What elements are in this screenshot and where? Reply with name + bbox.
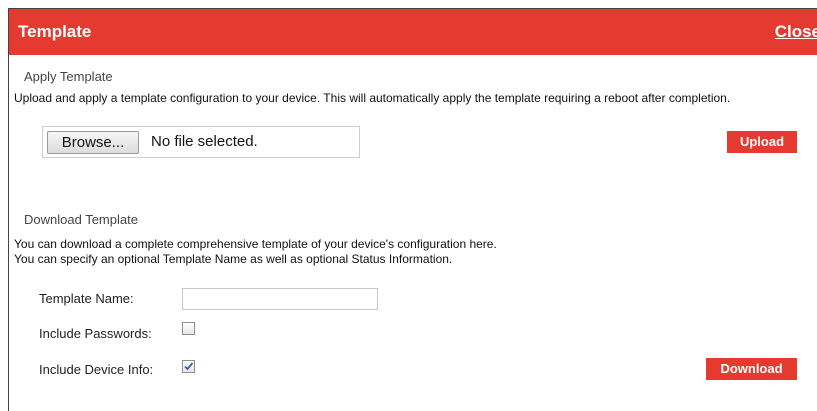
download-template-heading: Download Template xyxy=(24,212,138,227)
include-device-info-label: Include Device Info: xyxy=(39,362,154,377)
include-passwords-checkbox[interactable] xyxy=(182,322,195,335)
upload-button[interactable]: Upload xyxy=(727,131,797,153)
apply-template-description: Upload and apply a template configuratio… xyxy=(14,91,731,105)
dialog-titlebar: Template Close xyxy=(9,9,817,55)
include-passwords-label: Include Passwords: xyxy=(39,326,152,341)
template-dialog: Template Close Apply Template Upload and… xyxy=(8,8,817,411)
download-button[interactable]: Download xyxy=(706,358,797,380)
dialog-title: Template xyxy=(18,22,92,41)
browse-button[interactable]: Browse... xyxy=(47,131,139,154)
include-device-info-checkbox[interactable] xyxy=(182,360,195,373)
apply-template-heading: Apply Template xyxy=(24,69,113,84)
close-link[interactable]: Close xyxy=(775,22,817,42)
template-name-input[interactable] xyxy=(182,288,378,310)
file-status-text: No file selected. xyxy=(151,133,258,150)
template-name-label: Template Name: xyxy=(39,291,134,306)
checkmark-icon xyxy=(184,362,194,371)
download-template-description-line1: You can download a complete comprehensiv… xyxy=(14,237,497,251)
download-template-description-line2: You can specify an optional Template Nam… xyxy=(14,252,453,266)
template-file-input[interactable]: Browse... No file selected. xyxy=(42,126,360,158)
